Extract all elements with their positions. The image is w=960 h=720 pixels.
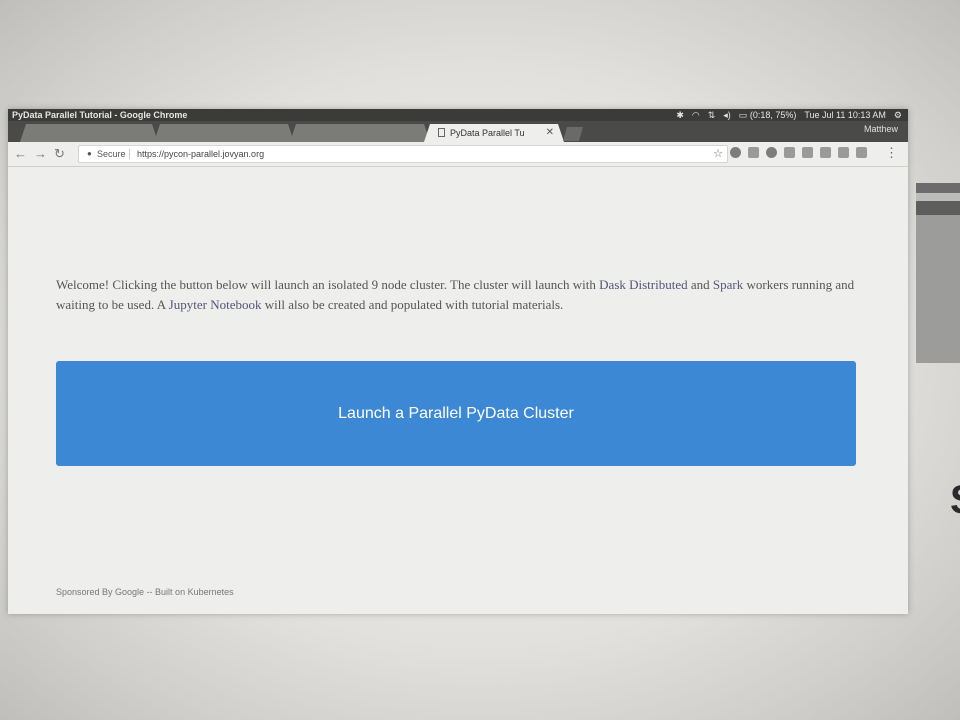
extension-icon[interactable]	[748, 147, 759, 158]
extension-icon[interactable]	[838, 147, 849, 158]
intro-text: will also be created and populated with …	[261, 297, 564, 312]
volume-icon[interactable]: ◂)	[723, 109, 731, 121]
forward-icon[interactable]: →	[34, 146, 47, 162]
extension-icon[interactable]	[730, 147, 741, 158]
thumbnail-strip	[916, 183, 960, 193]
browser-toolbar: ← → ↻ ● Secure https://pycon-parallel.jo…	[8, 142, 908, 167]
thumbnail-strip	[916, 201, 960, 215]
extension-icon[interactable]	[856, 147, 867, 158]
jupyter-notebook-link[interactable]: Jupyter Notebook	[169, 297, 262, 312]
system-tray: ✱ ◠ ⇅ ◂) ▭ (0:18, 75%) Tue Jul 11 10:13 …	[676, 109, 902, 121]
adjacent-window-thumbnail	[916, 183, 960, 363]
intro-text: and	[687, 277, 713, 292]
dask-distributed-link[interactable]: Dask Distributed	[599, 277, 687, 292]
extension-icon[interactable]	[766, 147, 777, 158]
offscreen-glyph: S	[950, 478, 960, 523]
secure-label: Secure	[97, 149, 126, 159]
extension-icon[interactable]	[784, 147, 795, 158]
divider	[129, 149, 130, 159]
welcome-text: Welcome! Clicking the button below will …	[56, 275, 856, 315]
back-icon[interactable]: ←	[14, 146, 27, 162]
page-content: Welcome! Clicking the button below will …	[8, 167, 908, 614]
clock[interactable]: Tue Jul 11 10:13 AM	[804, 109, 886, 121]
wifi-icon[interactable]: ◠	[692, 109, 700, 121]
tab-3[interactable]	[290, 124, 430, 142]
extension-icon[interactable]	[820, 147, 831, 158]
thumbnail-strip	[916, 193, 960, 201]
close-tab-icon[interactable]: ✕	[546, 124, 554, 142]
browser-window: PyData Parallel Tutorial - Google Chrome…	[8, 109, 908, 614]
battery-icon: ▭	[738, 110, 748, 120]
profile-name[interactable]: Matthew	[864, 124, 898, 134]
window-titlebar: PyData Parallel Tutorial - Google Chrome…	[8, 109, 908, 121]
extension-icon[interactable]	[802, 147, 813, 158]
tab-pydata-parallel[interactable]: PyData Parallel Tu ✕	[424, 124, 564, 142]
spark-link[interactable]: Spark	[713, 277, 743, 292]
lock-icon[interactable]: ●	[87, 146, 92, 162]
intro-text: Welcome! Clicking the button below will …	[56, 277, 600, 292]
power-icon[interactable]: ⚙	[894, 109, 902, 121]
tab-1[interactable]	[20, 124, 158, 142]
battery-text: (0:18, 75%)	[749, 110, 797, 120]
launch-button-label: Launch a Parallel PyData Cluster	[338, 404, 574, 422]
url-text[interactable]: https://pycon-parallel.jovyan.org	[137, 146, 264, 162]
page-icon	[438, 128, 445, 137]
footer-text: Sponsored By Google -- Built on Kubernet…	[56, 587, 234, 597]
tab-label: PyData Parallel Tu	[450, 128, 525, 138]
window-title: PyData Parallel Tutorial - Google Chrome	[12, 110, 188, 120]
network-icon[interactable]: ⇅	[708, 109, 716, 121]
menu-icon[interactable]: ⋮	[885, 145, 898, 161]
launch-cluster-button[interactable]: Launch a Parallel PyData Cluster	[56, 361, 856, 466]
tab-strip: PyData Parallel Tu ✕ Matthew	[8, 121, 908, 142]
address-bar[interactable]: ● Secure https://pycon-parallel.jovyan.o…	[78, 145, 728, 163]
tab-2[interactable]	[154, 124, 294, 142]
bookmark-star-icon[interactable]: ☆	[713, 146, 723, 162]
new-tab-button[interactable]	[563, 127, 583, 141]
extension-icons	[730, 147, 867, 158]
bluetooth-icon[interactable]: ✱	[676, 109, 684, 121]
battery-status[interactable]: ▭ (0:18, 75%)	[739, 109, 797, 121]
reload-icon[interactable]: ↻	[54, 146, 65, 162]
